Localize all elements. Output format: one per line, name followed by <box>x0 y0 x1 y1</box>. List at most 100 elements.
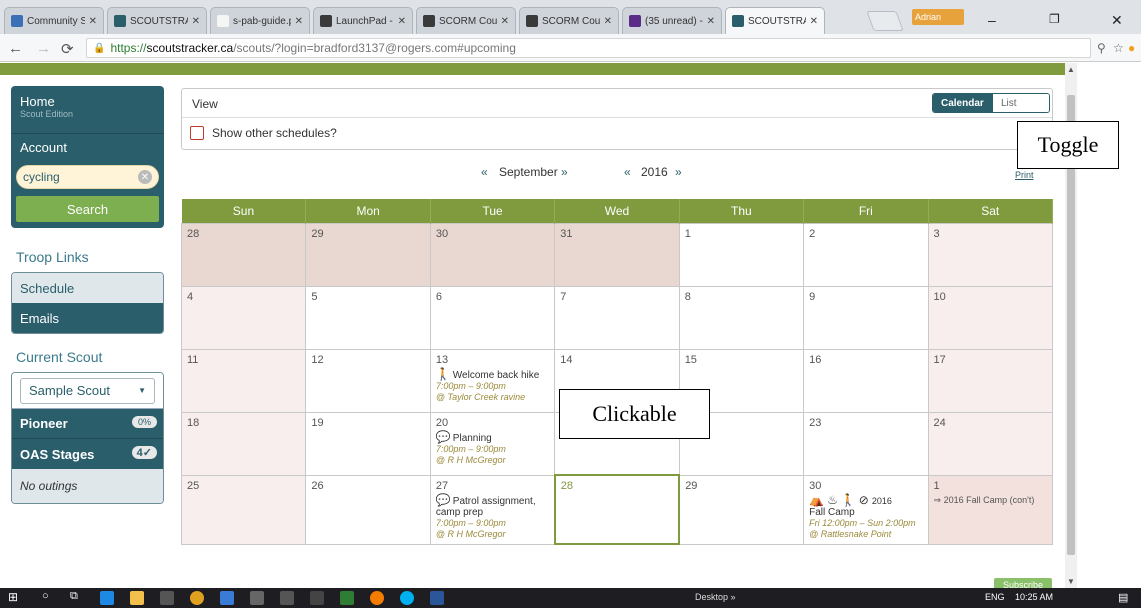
file-explorer-icon[interactable] <box>130 591 144 605</box>
calendar-day-cell[interactable]: 12 <box>305 348 431 413</box>
scout-select[interactable]: Sample Scout ▼ <box>20 377 155 404</box>
tab-close-icon[interactable]: ✕ <box>398 16 406 27</box>
calendar-day-cell[interactable]: 3 <box>927 222 1054 287</box>
prev-year-button[interactable]: « <box>624 165 631 179</box>
calendar-day-cell[interactable]: 23 <box>803 411 929 476</box>
sidebar-item-pioneer[interactable]: Pioneer 0% <box>12 409 163 439</box>
calendar-day-cell[interactable]: 24 <box>927 411 1054 476</box>
menu-icon[interactable]: ● <box>1128 41 1135 55</box>
calendar-day-cell[interactable]: 13 🚶 Welcome back hike 7:00pm – 9:00pm @ Tay… <box>429 348 556 413</box>
skype-icon[interactable] <box>400 591 414 605</box>
home-link[interactable]: Home <box>20 94 155 109</box>
calendar-day-cell[interactable]: 1 ⇒ 2016 Fall Camp (con't) <box>927 474 1054 545</box>
browser-tab[interactable]: Community S ✕ <box>4 7 104 34</box>
scroll-down-icon[interactable]: ▼ <box>1067 577 1075 586</box>
calendar-day-cell[interactable]: 20 💬 Planning 7:00pm – 9:00pm @ R H McGregor <box>429 411 556 476</box>
calendar-day-cell[interactable]: 4 <box>180 285 307 350</box>
excel-icon[interactable] <box>340 591 354 605</box>
app-icon[interactable] <box>280 591 294 605</box>
tab-close-icon[interactable]: ✕ <box>810 16 818 27</box>
notifications-icon[interactable]: ▤ <box>1118 591 1132 605</box>
close-window-icon[interactable]: ✕ <box>1111 12 1123 29</box>
tab-close-icon[interactable]: ✕ <box>192 16 200 27</box>
tab-close-icon[interactable]: ✕ <box>501 16 509 27</box>
word-icon[interactable] <box>430 591 444 605</box>
cortana-search-icon[interactable]: ○ <box>42 590 56 604</box>
calendar-day-cell[interactable]: 19 <box>305 411 431 476</box>
tab-close-icon[interactable]: ✕ <box>707 16 715 27</box>
sidebar-item-emails[interactable]: Emails <box>12 303 163 333</box>
calendar-day-cell[interactable]: 25 <box>180 474 307 545</box>
sidebar-home[interactable]: Home Scout Edition <box>11 86 164 134</box>
calendar-event[interactable]: ⛺ ♨ 🚶 ⊘ 2016 Fall Camp Fri 12:00pm – Sun 2:00p… <box>809 494 922 540</box>
calendar-event[interactable]: 💬 Patrol assignment, camp prep 7:00pm – 9:… <box>436 494 549 540</box>
calendar-day-cell[interactable]: 5 <box>305 285 431 350</box>
browser-tab[interactable]: LaunchPad - I ✕ <box>313 7 413 34</box>
calendar-day-cell[interactable]: 8 <box>678 285 805 350</box>
browser-tab[interactable]: SCORM Cour ✕ <box>416 7 516 34</box>
search-button[interactable]: Search <box>16 196 159 222</box>
url-field[interactable]: 🔒 https:// scoutstracker.ca /scouts/?log… <box>86 38 1091 58</box>
calendar-event[interactable]: 🚶 Welcome back hike 7:00pm – 9:00pm @ Taylo… <box>436 368 549 403</box>
calendar-day-cell[interactable]: 28 <box>180 222 307 287</box>
calendar-day-cell[interactable]: 26 <box>305 474 431 545</box>
sidebar-account[interactable]: Account <box>11 134 164 162</box>
next-month-button[interactable]: » <box>561 165 568 179</box>
reload-icon[interactable]: ⟳ <box>61 40 74 58</box>
calendar-day-cell[interactable]: 7 <box>554 285 680 350</box>
app-icon[interactable] <box>220 591 234 605</box>
calendar-day-cell[interactable]: 31 <box>554 222 680 287</box>
calendar-day-cell[interactable]: 2 <box>803 222 929 287</box>
minimize-icon[interactable]: – <box>988 12 996 28</box>
calendar-day-cell[interactable]: 1 <box>678 222 805 287</box>
next-year-button[interactable]: » <box>675 165 682 179</box>
profile-badge[interactable]: Adrian <box>912 9 964 25</box>
calendar-day-cell[interactable]: 29 <box>305 222 431 287</box>
print-link[interactable]: Print <box>1015 170 1034 180</box>
desktop-toolbar-label[interactable]: Desktop » <box>695 592 736 602</box>
chrome-icon[interactable] <box>190 591 204 605</box>
clock[interactable]: 10:25 AM <box>1015 592 1053 602</box>
calendar-day-cell[interactable]: 17 <box>927 348 1054 413</box>
toggle-calendar-button[interactable]: Calendar <box>933 94 993 112</box>
prev-month-button[interactable]: « <box>481 165 488 179</box>
browser-tab[interactable]: SCOUTSTRAC ✕ <box>107 7 207 34</box>
view-toggle[interactable]: Calendar List <box>932 93 1050 113</box>
windows-start-icon[interactable]: ⊞ <box>8 590 22 604</box>
app-icon[interactable] <box>250 591 264 605</box>
event-continuation[interactable]: ⇒ 2016 Fall Camp (con't) <box>934 495 1047 506</box>
edge-icon[interactable] <box>100 591 114 605</box>
calendar-day-cell[interactable]: 9 <box>803 285 929 350</box>
tab-close-icon[interactable]: ✕ <box>295 16 303 27</box>
calendar-day-cell[interactable]: 28 <box>553 474 681 545</box>
calendar-day-cell[interactable]: 11 <box>180 348 307 413</box>
search-input[interactable]: cycling ✕ <box>16 165 159 189</box>
browser-tab[interactable]: (35 unread) - ✕ <box>622 7 722 34</box>
language-indicator[interactable]: ENG <box>985 592 1005 602</box>
calendar-day-cell[interactable]: 29 <box>678 474 805 545</box>
scroll-up-icon[interactable]: ▲ <box>1067 65 1075 74</box>
firefox-icon[interactable] <box>370 591 384 605</box>
calendar-day-cell[interactable]: 10 <box>927 285 1054 350</box>
clear-search-icon[interactable]: ✕ <box>138 170 152 184</box>
show-other-checkbox[interactable] <box>190 126 204 140</box>
store-icon[interactable] <box>160 591 174 605</box>
bookmark-star-icon[interactable]: ☆ <box>1113 41 1124 55</box>
toggle-list-button[interactable]: List <box>993 94 1049 112</box>
calendar-day-cell[interactable]: 30 ⛺ ♨ 🚶 ⊘ 2016 Fall Camp Fri 12:00pm – Sun 2:0… <box>803 474 929 545</box>
browser-tab[interactable]: SCOUTSTRAC ✕ <box>725 7 825 34</box>
forward-arrow-icon[interactable]: → <box>36 40 51 57</box>
calendar-day-cell[interactable]: 16 <box>803 348 929 413</box>
tab-close-icon[interactable]: ✕ <box>89 16 97 27</box>
back-arrow-icon[interactable]: ← <box>8 40 23 57</box>
calendar-day-cell[interactable]: 6 <box>429 285 556 350</box>
extension-icon[interactable]: ⚲ <box>1097 41 1106 55</box>
calendar-day-cell[interactable]: 18 <box>180 411 307 476</box>
calendar-day-cell[interactable]: 27 💬 Patrol assignment, camp prep 7:00pm – … <box>429 474 556 545</box>
restore-icon[interactable]: ❐ <box>1049 12 1060 26</box>
browser-tab[interactable]: SCORM Cour ✕ <box>519 7 619 34</box>
calendar-day-cell[interactable]: 30 <box>429 222 556 287</box>
task-view-icon[interactable]: ⧉ <box>70 590 84 604</box>
app-icon[interactable] <box>310 591 324 605</box>
sidebar-item-oas[interactable]: OAS Stages 4✓ <box>12 439 163 469</box>
